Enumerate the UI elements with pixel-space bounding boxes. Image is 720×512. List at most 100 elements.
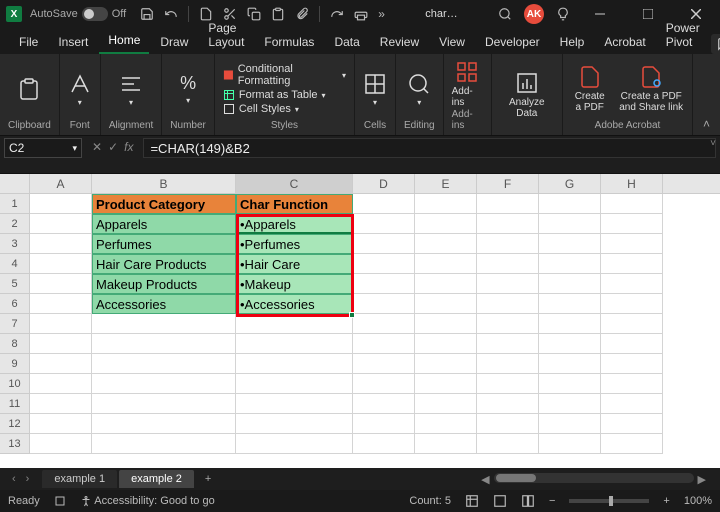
column-header-F[interactable]: F [477,174,539,193]
cell-C3[interactable]: •Perfumes [236,234,353,254]
tab-power-pivot[interactable]: Power Pivot [657,16,709,54]
view-normal-icon[interactable] [465,494,479,508]
cell-H6[interactable] [601,294,663,314]
cell-H13[interactable] [601,434,663,454]
cell-A6[interactable] [30,294,92,314]
more-icon[interactable]: » [378,7,385,21]
column-header-G[interactable]: G [539,174,601,193]
row-header-1[interactable]: 1 [0,194,30,214]
cell-D6[interactable] [353,294,415,314]
cell-C11[interactable] [236,394,353,414]
cell-B10[interactable] [92,374,236,394]
row-header-5[interactable]: 5 [0,274,30,294]
cell-A8[interactable] [30,334,92,354]
row-header-10[interactable]: 10 [0,374,30,394]
cell-H5[interactable] [601,274,663,294]
cell-G8[interactable] [539,334,601,354]
cell-G13[interactable] [539,434,601,454]
column-header-C[interactable]: C [236,174,353,193]
cell-G12[interactable] [539,414,601,434]
cell-B2[interactable]: Apparels [92,214,236,234]
undo-icon[interactable] [164,7,178,21]
cell-B12[interactable] [92,414,236,434]
formula-input[interactable]: =CHAR(149)&B2 [143,138,716,158]
collapse-ribbon-icon[interactable]: ˄ [693,113,720,135]
expand-formula-bar-icon[interactable]: ˅ [710,138,716,149]
cancel-formula-icon[interactable]: ✕ [92,140,102,154]
cell-C10[interactable] [236,374,353,394]
tab-data[interactable]: Data [325,30,368,54]
cell-F8[interactable] [477,334,539,354]
scroll-right-icon[interactable]: ▶ [694,473,710,486]
column-header-E[interactable]: E [415,174,477,193]
cell-F12[interactable] [477,414,539,434]
print-icon[interactable] [354,7,368,21]
cell-A5[interactable] [30,274,92,294]
row-header-11[interactable]: 11 [0,394,30,414]
minimize-button[interactable] [582,0,618,28]
cell-F5[interactable] [477,274,539,294]
zoom-out-icon[interactable]: − [549,495,555,507]
cell-E5[interactable] [415,274,477,294]
cell-G1[interactable] [539,194,601,214]
cell-B7[interactable] [92,314,236,334]
cell-A9[interactable] [30,354,92,374]
cell-F11[interactable] [477,394,539,414]
tab-formulas[interactable]: Formulas [255,30,323,54]
cell-E8[interactable] [415,334,477,354]
cell-B9[interactable] [92,354,236,374]
cell-H11[interactable] [601,394,663,414]
cell-H7[interactable] [601,314,663,334]
fx-icon[interactable]: fx [124,140,133,154]
cell-A4[interactable] [30,254,92,274]
cell-F13[interactable] [477,434,539,454]
cell-C4[interactable]: •Hair Care [236,254,353,274]
cell-C8[interactable] [236,334,353,354]
cell-H8[interactable] [601,334,663,354]
cell-G7[interactable] [539,314,601,334]
macro-record-icon[interactable] [54,495,66,507]
row-header-4[interactable]: 4 [0,254,30,274]
cell-A7[interactable] [30,314,92,334]
create-pdf-button[interactable]: Create a PDF [571,65,608,113]
tab-developer[interactable]: Developer [476,30,549,54]
cell-B6[interactable]: Accessories [92,294,236,314]
cell-E3[interactable] [415,234,477,254]
analyze-data-button[interactable]: Analyze Data [500,71,554,119]
tab-insert[interactable]: Insert [49,30,97,54]
add-sheet-button[interactable]: + [195,473,221,485]
cell-C2[interactable]: •Apparels [236,214,353,234]
cell-B4[interactable]: Hair Care Products [92,254,236,274]
cell-H3[interactable] [601,234,663,254]
row-header-8[interactable]: 8 [0,334,30,354]
cell-E11[interactable] [415,394,477,414]
cell-A3[interactable] [30,234,92,254]
toggle-off-icon[interactable] [82,7,108,21]
cell-B13[interactable] [92,434,236,454]
attach-icon[interactable] [295,7,309,21]
addins-button[interactable]: Add-ins [452,60,483,108]
create-pdf-share-button[interactable]: Create a PDF and Share link [618,65,684,113]
column-header-B[interactable]: B [92,174,236,193]
redo-icon[interactable] [330,7,344,21]
tab-file[interactable]: File [10,30,47,54]
cell-C7[interactable] [236,314,353,334]
cell-G9[interactable] [539,354,601,374]
select-all-corner[interactable] [0,174,30,193]
cell-G5[interactable] [539,274,601,294]
tab-review[interactable]: Review [371,30,428,54]
tab-page-layout[interactable]: Page Layout [199,16,253,54]
cell-F1[interactable] [477,194,539,214]
horizontal-scrollbar[interactable] [494,473,694,483]
cell-A2[interactable] [30,214,92,234]
cell-D5[interactable] [353,274,415,294]
cell-D4[interactable] [353,254,415,274]
cell-C9[interactable] [236,354,353,374]
row-header-12[interactable]: 12 [0,414,30,434]
conditional-formatting-button[interactable]: Conditional Formatting▾ [223,63,346,87]
enter-formula-icon[interactable]: ✓ [108,140,118,154]
scroll-left-icon[interactable]: ◀ [477,473,493,486]
font-button[interactable]: ▾ [68,72,92,107]
lightbulb-icon[interactable] [556,7,570,21]
tab-acrobat[interactable]: Acrobat [595,30,654,54]
